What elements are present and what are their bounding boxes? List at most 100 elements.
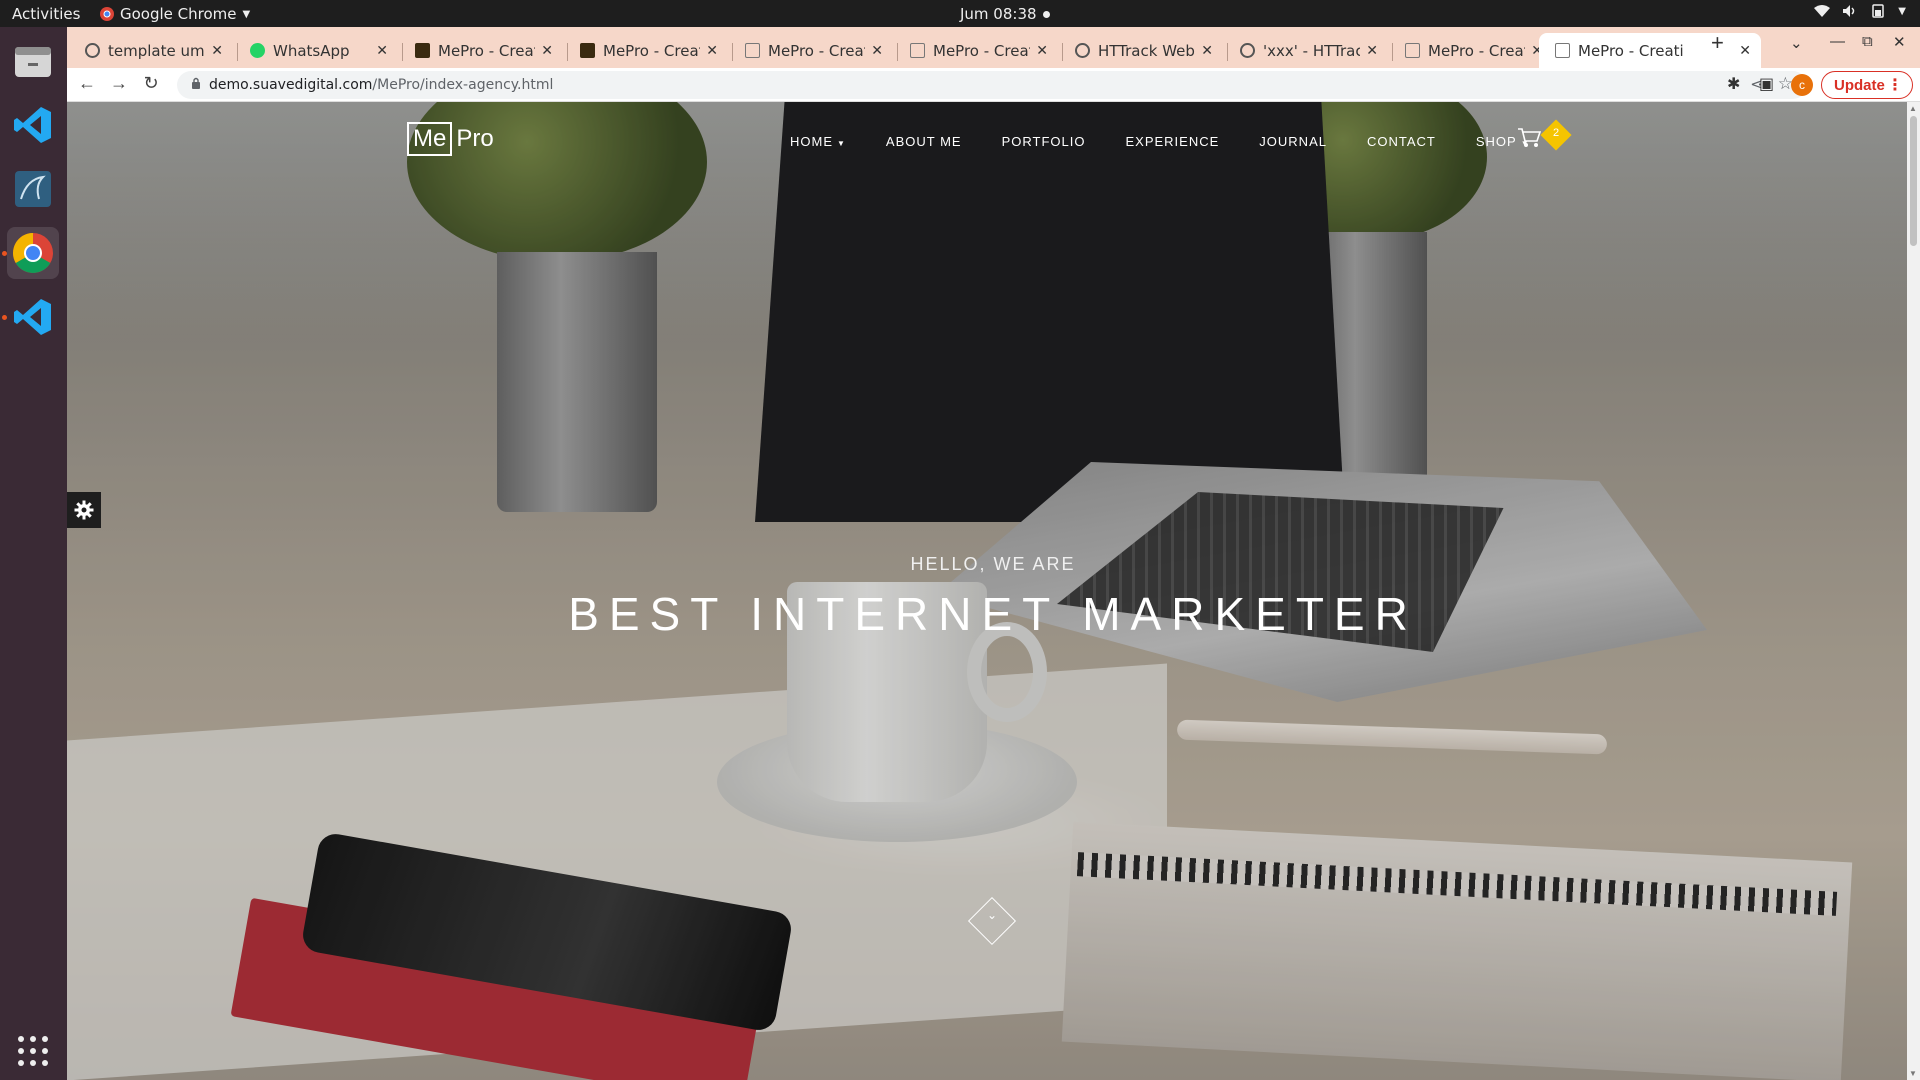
mysql-workbench-icon [15, 171, 51, 207]
hero-subtitle: HELLO, WE ARE [910, 554, 1076, 574]
profile-avatar[interactable]: c [1791, 74, 1813, 96]
globe-icon [85, 43, 100, 58]
tab-separator [402, 43, 403, 61]
url-domain: demo.suavedigital.com [209, 77, 373, 93]
nav-home[interactable]: HOME ▼ [790, 134, 846, 149]
show-applications-button[interactable] [7, 1025, 59, 1077]
close-icon[interactable]: ✕ [1036, 43, 1048, 59]
dock-vscode[interactable] [7, 99, 59, 151]
chevron-down-icon: ▼ [242, 8, 251, 20]
tab-separator [732, 43, 733, 61]
tab-search-button[interactable]: ⌄ [1790, 34, 1803, 52]
chrome-icon [13, 233, 53, 273]
tab-8[interactable]: 'xxx' - HTTrack ✕ [1230, 33, 1388, 68]
close-icon[interactable]: ✕ [211, 43, 223, 59]
tab-separator [237, 43, 238, 61]
tab-title: HTTrack Webs [1098, 41, 1196, 60]
scroll-up-arrow-icon[interactable]: ▲ [1909, 104, 1917, 113]
whatsapp-icon [250, 43, 265, 58]
close-icon[interactable]: ✕ [1201, 43, 1213, 59]
system-top-bar: Activities Google Chrome ▼ Jum 08:38 ▼ [0, 0, 1920, 27]
cart-icon[interactable] [1517, 127, 1541, 149]
mepro-icon [910, 43, 925, 58]
back-button[interactable]: ← [75, 73, 99, 94]
reload-button[interactable]: ↻ [139, 73, 163, 94]
chevron-down-icon: ▼ [1898, 5, 1906, 17]
nav-contact[interactable]: CONTACT [1367, 134, 1436, 149]
nav-experience[interactable]: EXPERIENCE [1125, 134, 1219, 149]
tab-separator [1227, 43, 1228, 61]
globe-icon [1240, 43, 1255, 58]
nav-about[interactable]: ABOUT ME [886, 134, 962, 149]
dock-files[interactable] [7, 35, 59, 87]
scroll-down-arrow-icon[interactable]: ▼ [1909, 1069, 1917, 1078]
tab-title: MePro - Creati [933, 41, 1031, 60]
notification-dot-icon [1042, 10, 1050, 18]
scrollbar-thumb[interactable] [1910, 116, 1917, 246]
mepro-dark-icon [415, 43, 430, 58]
app-grid-icon [18, 1036, 48, 1066]
update-button[interactable]: Update ⋮ [1821, 71, 1913, 99]
tab-title: 'xxx' - HTTrack [1263, 41, 1361, 60]
volume-icon [1843, 5, 1855, 17]
chrome-icon [100, 7, 114, 21]
restore-button[interactable]: ⧉ [1862, 33, 1873, 50]
tab-title: MePro - Creati [438, 41, 536, 60]
caret-down-icon: ▼ [837, 139, 846, 148]
address-bar[interactable]: demo.suavedigital.com/MePro/index-agency… [177, 71, 1807, 99]
gear-icon [74, 500, 94, 520]
close-icon[interactable]: ✕ [1739, 43, 1751, 59]
vscode-icon [14, 299, 51, 335]
close-icon[interactable]: ✕ [1366, 43, 1378, 59]
tab-title: WhatsApp [273, 41, 350, 60]
nav-home-label: HOME [790, 134, 833, 149]
tab-1[interactable]: template umk ✕ [75, 33, 233, 68]
tab-10-active[interactable]: MePro - Creati ✕ [1539, 33, 1761, 68]
new-tab-button[interactable]: + [1711, 30, 1724, 56]
close-icon[interactable]: ✕ [541, 43, 553, 59]
forward-button[interactable]: → [107, 73, 131, 94]
theme-settings-button[interactable] [67, 492, 101, 528]
url-path: /MePro/index-agency.html [372, 77, 554, 93]
page-viewport: Me Pro HOME ▼ ABOUT ME PORTFOLIO EXPERIEN… [67, 102, 1920, 1080]
tab-5[interactable]: MePro - Creati ✕ [735, 33, 893, 68]
chevron-down-icon: ⌄ [986, 908, 998, 922]
dock-chrome[interactable] [7, 227, 59, 279]
browser-toolbar: ← → ↻ demo.suavedigital.com/MePro/index-… [67, 68, 1920, 102]
nav-portfolio[interactable]: PORTFOLIO [1002, 134, 1086, 149]
minimize-button[interactable]: — [1830, 33, 1845, 50]
close-icon[interactable]: ✕ [376, 43, 388, 59]
tab-6[interactable]: MePro - Creati ✕ [900, 33, 1058, 68]
running-indicator [2, 315, 7, 320]
activities-button[interactable]: Activities [12, 5, 80, 23]
app-name: Google Chrome [120, 5, 237, 23]
mepro-icon [1555, 43, 1570, 58]
globe-icon [1075, 43, 1090, 58]
app-menu[interactable]: Google Chrome ▼ [100, 5, 250, 23]
clock[interactable]: Jum 08:38 [960, 5, 1050, 23]
close-icon[interactable]: ✕ [871, 43, 883, 59]
extensions-puzzle-icon[interactable]: ✱ [1727, 74, 1740, 94]
kebab-menu-icon[interactable]: ⋮ [1887, 75, 1903, 95]
nav-journal[interactable]: JOURNAL [1259, 134, 1327, 149]
power-icon [1872, 4, 1885, 18]
page-scrollbar[interactable]: ▲ ▼ [1907, 102, 1920, 1080]
side-panel-icon[interactable]: ▣ [1759, 74, 1774, 94]
tab-title: MePro - Creati [1428, 41, 1526, 60]
tab-2[interactable]: WhatsApp ✕ [240, 33, 398, 68]
site-logo[interactable]: Me Pro [407, 122, 494, 156]
close-window-button[interactable]: ✕ [1893, 33, 1906, 51]
dock-mysql-workbench[interactable] [7, 163, 59, 215]
system-tray[interactable]: ▼ [1814, 4, 1906, 18]
mepro-icon [1405, 43, 1420, 58]
tab-4[interactable]: MePro - Creati ✕ [570, 33, 728, 68]
tab-3[interactable]: MePro - Creati ✕ [405, 33, 563, 68]
tab-separator [1062, 43, 1063, 61]
tab-9[interactable]: MePro - Creati ✕ [1395, 33, 1553, 68]
url-text: demo.suavedigital.com/MePro/index-agency… [209, 77, 553, 93]
tab-title: template umk [108, 41, 206, 60]
tab-7[interactable]: HTTrack Webs ✕ [1065, 33, 1223, 68]
close-icon[interactable]: ✕ [706, 43, 718, 59]
dock-vscode-2[interactable] [7, 291, 59, 343]
running-indicator [2, 251, 7, 256]
